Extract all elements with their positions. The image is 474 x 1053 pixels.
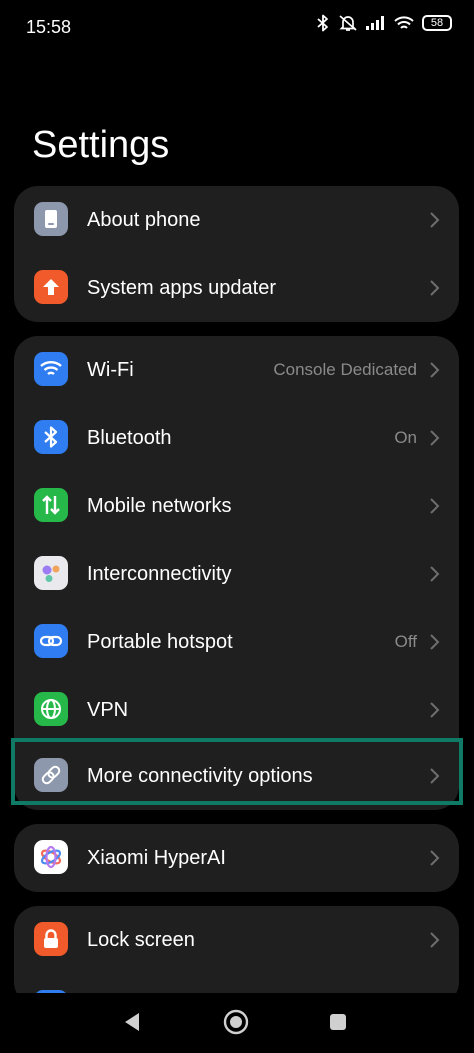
settings-group-ai: Xiaomi HyperAI bbox=[14, 824, 459, 892]
system-apps-updater-item[interactable]: System apps updater bbox=[14, 254, 459, 322]
wifi-value: Console Dedicated bbox=[273, 360, 417, 379]
settings-group-lock: Lock screen bbox=[14, 906, 459, 1006]
vpn-item[interactable]: VPN bbox=[14, 676, 459, 744]
about-phone-label: About phone bbox=[87, 209, 201, 231]
xiaomi-hyperai-label: Xiaomi HyperAI bbox=[87, 847, 226, 869]
chevron-right-icon bbox=[430, 768, 440, 784]
back-button[interactable] bbox=[117, 1007, 147, 1037]
bluetooth-icon bbox=[316, 14, 330, 32]
chevron-right-icon bbox=[430, 430, 440, 446]
vpn-label: VPN bbox=[87, 699, 129, 721]
wifi-label: Wi-Fi bbox=[87, 359, 134, 381]
chevron-right-icon bbox=[430, 932, 440, 948]
bluetooth-icon bbox=[34, 420, 68, 454]
chevron-right-icon bbox=[430, 498, 440, 514]
chevron-right-icon bbox=[430, 850, 440, 866]
lock-icon bbox=[34, 922, 68, 956]
bluetooth-item[interactable]: Bluetooth On bbox=[14, 404, 459, 472]
lock-screen-item[interactable]: Lock screen bbox=[14, 906, 459, 974]
mobile-networks-item[interactable]: Mobile networks bbox=[14, 472, 459, 540]
home-button[interactable] bbox=[221, 1007, 251, 1037]
link-icon bbox=[34, 758, 68, 792]
portable-hotspot-value: Off bbox=[394, 632, 417, 651]
mobile-data-icon bbox=[34, 488, 68, 522]
wifi-icon bbox=[34, 352, 68, 386]
wifi-icon bbox=[394, 15, 414, 31]
page-title: Settings bbox=[32, 124, 170, 166]
chevron-right-icon bbox=[430, 634, 440, 650]
status-bar: 15:58 58 bbox=[0, 0, 474, 56]
settings-group-connectivity: Wi-Fi Console Dedicated Bluetooth On Mob… bbox=[14, 336, 459, 810]
system-apps-updater-label: System apps updater bbox=[87, 277, 276, 299]
chevron-right-icon bbox=[430, 362, 440, 378]
signal-icon bbox=[366, 16, 386, 30]
portable-hotspot-label: Portable hotspot bbox=[87, 631, 233, 653]
portable-hotspot-item[interactable]: Portable hotspot Off bbox=[14, 608, 459, 676]
chevron-right-icon bbox=[430, 566, 440, 582]
hyperai-icon bbox=[34, 840, 68, 874]
status-icons: 58 bbox=[316, 14, 452, 32]
bluetooth-value: On bbox=[394, 428, 417, 447]
globe-icon bbox=[34, 692, 68, 726]
chevron-right-icon bbox=[430, 212, 440, 228]
chevron-right-icon bbox=[430, 280, 440, 296]
interconnect-icon bbox=[34, 556, 68, 590]
more-connectivity-options-item[interactable]: More connectivity options bbox=[14, 742, 459, 810]
mobile-networks-label: Mobile networks bbox=[87, 495, 232, 517]
recents-icon bbox=[330, 1014, 346, 1030]
about-phone-item[interactable]: About phone bbox=[14, 186, 459, 254]
status-time: 15:58 bbox=[26, 17, 72, 37]
wifi-item[interactable]: Wi-Fi Console Dedicated bbox=[14, 336, 459, 404]
settings-group-device: About phone System apps updater bbox=[14, 186, 459, 322]
recents-button[interactable] bbox=[323, 1007, 353, 1037]
interconnectivity-item[interactable]: Interconnectivity bbox=[14, 540, 459, 608]
hotspot-icon bbox=[34, 624, 68, 658]
xiaomi-hyperai-item[interactable]: Xiaomi HyperAI bbox=[14, 824, 459, 892]
battery-icon: 58 bbox=[422, 15, 452, 31]
interconnectivity-label: Interconnectivity bbox=[87, 563, 232, 585]
silent-icon bbox=[338, 14, 358, 32]
navigation-bar bbox=[0, 993, 474, 1053]
bluetooth-label: Bluetooth bbox=[87, 427, 172, 449]
phone-icon bbox=[34, 202, 68, 236]
home-icon bbox=[223, 1009, 249, 1035]
chevron-right-icon bbox=[430, 702, 440, 718]
lock-screen-label: Lock screen bbox=[87, 929, 195, 951]
back-icon bbox=[125, 1013, 139, 1031]
more-connectivity-options-label: More connectivity options bbox=[87, 765, 313, 787]
arrow-up-icon bbox=[34, 270, 68, 304]
